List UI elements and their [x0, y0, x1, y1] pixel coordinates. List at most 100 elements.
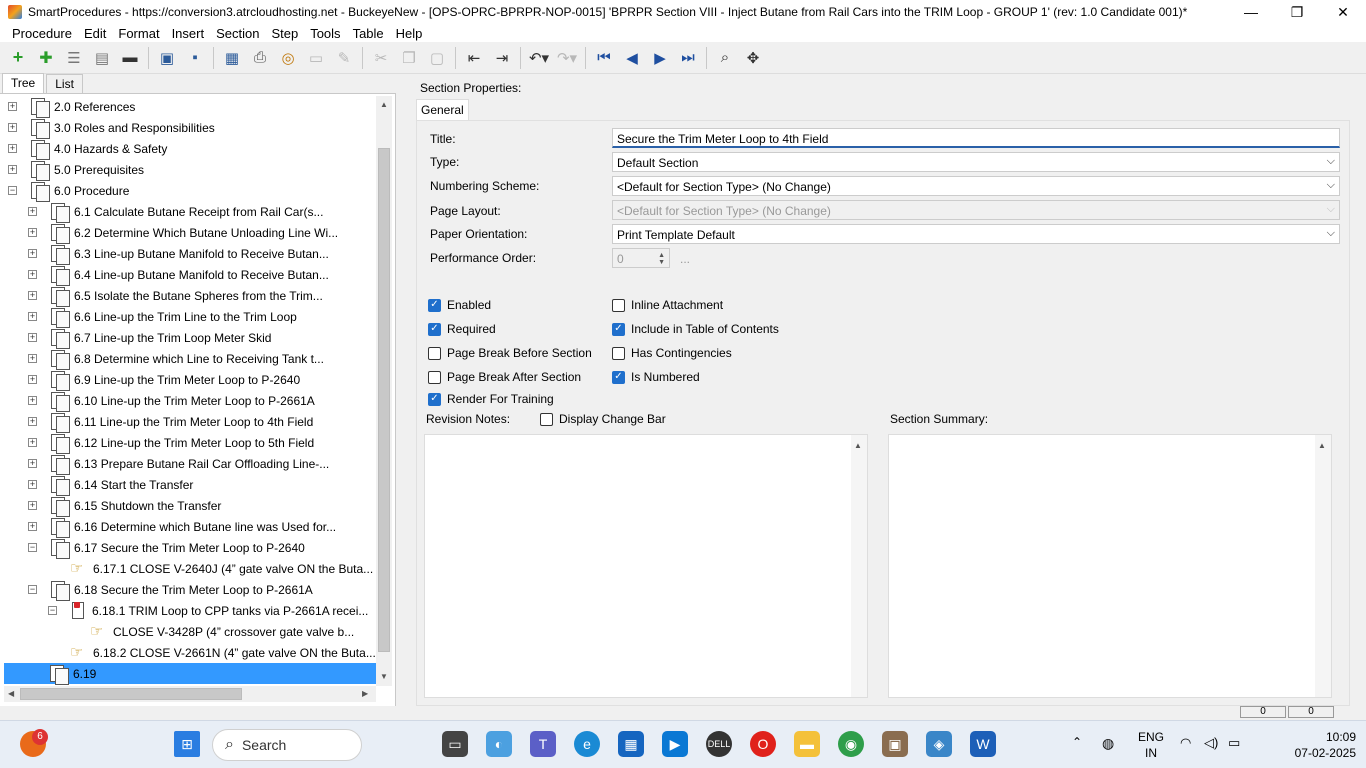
- paste-icon[interactable]: ▢: [423, 45, 451, 71]
- tree-item[interactable]: +6.12 Line-up the Trim Meter Loop to 5th…: [4, 432, 376, 454]
- expand-icon[interactable]: +: [8, 123, 17, 132]
- menu-table[interactable]: Table: [347, 26, 390, 41]
- performance-order-stepper[interactable]: 0 ▲ ▼: [612, 248, 670, 268]
- print-icon[interactable]: ⎙: [246, 45, 274, 71]
- opera-icon[interactable]: O: [750, 731, 776, 757]
- expand-icon[interactable]: +: [28, 354, 37, 363]
- revision-notes-textarea[interactable]: ▲: [424, 434, 868, 698]
- tree-item[interactable]: +6.8 Determine which Line to Receiving T…: [4, 348, 376, 370]
- tree-item[interactable]: − 6.17 Secure the Trim Meter Loop to P-26…: [4, 537, 376, 559]
- tree-item[interactable]: +6.13 Prepare Butane Rail Car Offloading…: [4, 453, 376, 475]
- task-view-icon[interactable]: ▭: [442, 731, 468, 757]
- expand-icon[interactable]: +: [28, 459, 37, 468]
- tree-item[interactable]: +6.6 Line-up the Trim Line to the Trim L…: [4, 306, 376, 328]
- last-icon[interactable]: ⏭: [674, 45, 702, 71]
- battery-icon[interactable]: ▭: [1228, 735, 1240, 751]
- performance-order-button[interactable]: ...: [680, 252, 690, 266]
- collapse-icon[interactable]: −: [48, 606, 57, 615]
- scroll-left-icon[interactable]: ◀: [8, 689, 14, 698]
- tree-item[interactable]: +6.10 Line-up the Trim Meter Loop to P-2…: [4, 390, 376, 412]
- expand-icon[interactable]: +: [28, 312, 37, 321]
- power-automate-icon[interactable]: ▶: [662, 731, 688, 757]
- tree-item[interactable]: +6.2 Determine Which Butane Unloading Li…: [4, 222, 376, 244]
- save-all-icon[interactable]: ▣: [153, 45, 181, 71]
- tree-item[interactable]: +6.4 Line-up Butane Manifold to Receive …: [4, 264, 376, 286]
- network-status-icon[interactable]: ◍: [1102, 735, 1114, 752]
- move-icon[interactable]: ✥: [739, 45, 767, 71]
- outline-icon[interactable]: ☰: [60, 45, 88, 71]
- menu-step[interactable]: Step: [265, 26, 304, 41]
- scroll-down-icon[interactable]: ▼: [380, 672, 388, 681]
- find-icon[interactable]: ⌕: [711, 45, 739, 71]
- tree-item[interactable]: +5.0 Prerequisites: [4, 159, 376, 181]
- outdent-icon[interactable]: ⇤: [460, 45, 488, 71]
- tree-item[interactable]: ☞ 6.17.1 CLOSE V-2640J (4” gate valve ON …: [4, 558, 376, 579]
- tree-item[interactable]: +2.0 References: [4, 96, 376, 118]
- tree-item[interactable]: +6.9 Line-up the Trim Meter Loop to P-26…: [4, 369, 376, 391]
- has-contingencies-checkbox[interactable]: Has Contingencies: [612, 346, 732, 360]
- restore-button[interactable]: ❐: [1274, 0, 1320, 24]
- tree-item[interactable]: 6.19: [4, 663, 376, 685]
- tree-item[interactable]: +6.1 Calculate Butane Receipt from Rail …: [4, 201, 376, 223]
- inline-attachment-checkbox[interactable]: Inline Attachment: [612, 298, 723, 312]
- edge-icon[interactable]: e: [574, 731, 600, 757]
- scroll-right-icon[interactable]: ▶: [362, 689, 368, 698]
- tab-general[interactable]: General: [416, 99, 469, 121]
- expand-icon[interactable]: +: [8, 102, 17, 111]
- scroll-up-icon[interactable]: ▲: [854, 441, 862, 450]
- expand-icon[interactable]: +: [8, 165, 17, 174]
- revision-notes-scrollbar[interactable]: ▲: [851, 435, 867, 697]
- menu-section[interactable]: Section: [210, 26, 265, 41]
- collapse-icon[interactable]: −: [8, 186, 17, 195]
- copilot-icon[interactable]: ◐: [486, 731, 512, 757]
- menu-insert[interactable]: Insert: [166, 26, 211, 41]
- word-icon[interactable]: W: [970, 731, 996, 757]
- redo-icon[interactable]: ↷▾: [553, 45, 581, 71]
- expand-icon[interactable]: +: [28, 501, 37, 510]
- smartprocedures-taskbar-icon[interactable]: ◈: [926, 731, 952, 757]
- expand-icon[interactable]: +: [28, 228, 37, 237]
- outline-expand-icon[interactable]: ▤: [88, 45, 116, 71]
- file-explorer-icon[interactable]: ▬: [794, 731, 820, 757]
- menu-tools[interactable]: Tools: [304, 26, 346, 41]
- expand-icon[interactable]: +: [28, 522, 37, 531]
- first-icon[interactable]: ⏮: [590, 45, 618, 71]
- expand-icon[interactable]: +: [8, 144, 17, 153]
- expand-icon[interactable]: +: [28, 207, 37, 216]
- expand-icon[interactable]: +: [28, 270, 37, 279]
- expand-icon[interactable]: +: [28, 375, 37, 384]
- add-icon[interactable]: +: [4, 45, 32, 71]
- section-summary-scrollbar[interactable]: ▲: [1315, 435, 1331, 697]
- store-icon[interactable]: ▦: [618, 731, 644, 757]
- numbering-select[interactable]: <Default for Section Type> (No Change) ⌵: [612, 176, 1340, 196]
- tree-item[interactable]: ☞ CLOSE V-3428P (4” crossover gate valve …: [4, 621, 376, 642]
- required-checkbox[interactable]: ✓ Required: [428, 322, 496, 336]
- pane-splitter[interactable]: [396, 74, 406, 706]
- page-layout-select[interactable]: <Default for Section Type> (No Change) ⌵: [612, 200, 1340, 220]
- minimize-button[interactable]: —: [1228, 0, 1274, 24]
- wifi-icon[interactable]: ◠: [1180, 735, 1191, 751]
- language-indicator[interactable]: ENG IN: [1138, 729, 1164, 761]
- tree-vertical-scroll-thumb[interactable]: [378, 148, 390, 652]
- link-icon[interactable]: ◎: [274, 45, 302, 71]
- expand-icon[interactable]: +: [28, 438, 37, 447]
- tree-item[interactable]: − 6.18.1 TRIM Loop to CPP tanks via P-266…: [4, 600, 376, 621]
- collapse-icon[interactable]: −: [28, 585, 37, 594]
- type-select[interactable]: Default Section ⌵: [612, 152, 1340, 172]
- tree-item[interactable]: +6.16 Determine which Butane line was Us…: [4, 516, 376, 538]
- copy-icon[interactable]: ❐: [395, 45, 423, 71]
- menu-edit[interactable]: Edit: [78, 26, 112, 41]
- title-input[interactable]: Secure the Trim Meter Loop to 4th Field: [612, 128, 1340, 148]
- export-icon[interactable]: ▦: [218, 45, 246, 71]
- tree-item[interactable]: +6.15 Shutdown the Transfer: [4, 495, 376, 517]
- menu-procedure[interactable]: Procedure: [6, 26, 78, 41]
- tree-item[interactable]: +6.5 Isolate the Butane Spheres from the…: [4, 285, 376, 307]
- tree-item[interactable]: +6.11 Line-up the Trim Meter Loop to 4th…: [4, 411, 376, 433]
- expand-icon[interactable]: +: [28, 480, 37, 489]
- expand-icon[interactable]: +: [28, 417, 37, 426]
- indent-icon[interactable]: ⇥: [488, 45, 516, 71]
- tree-item[interactable]: +6.14 Start the Transfer: [4, 474, 376, 496]
- chevron-up-icon[interactable]: ⌃: [1072, 735, 1082, 749]
- spin-icon[interactable]: ▲ ▼: [658, 252, 665, 266]
- tab-tree[interactable]: Tree: [2, 73, 45, 93]
